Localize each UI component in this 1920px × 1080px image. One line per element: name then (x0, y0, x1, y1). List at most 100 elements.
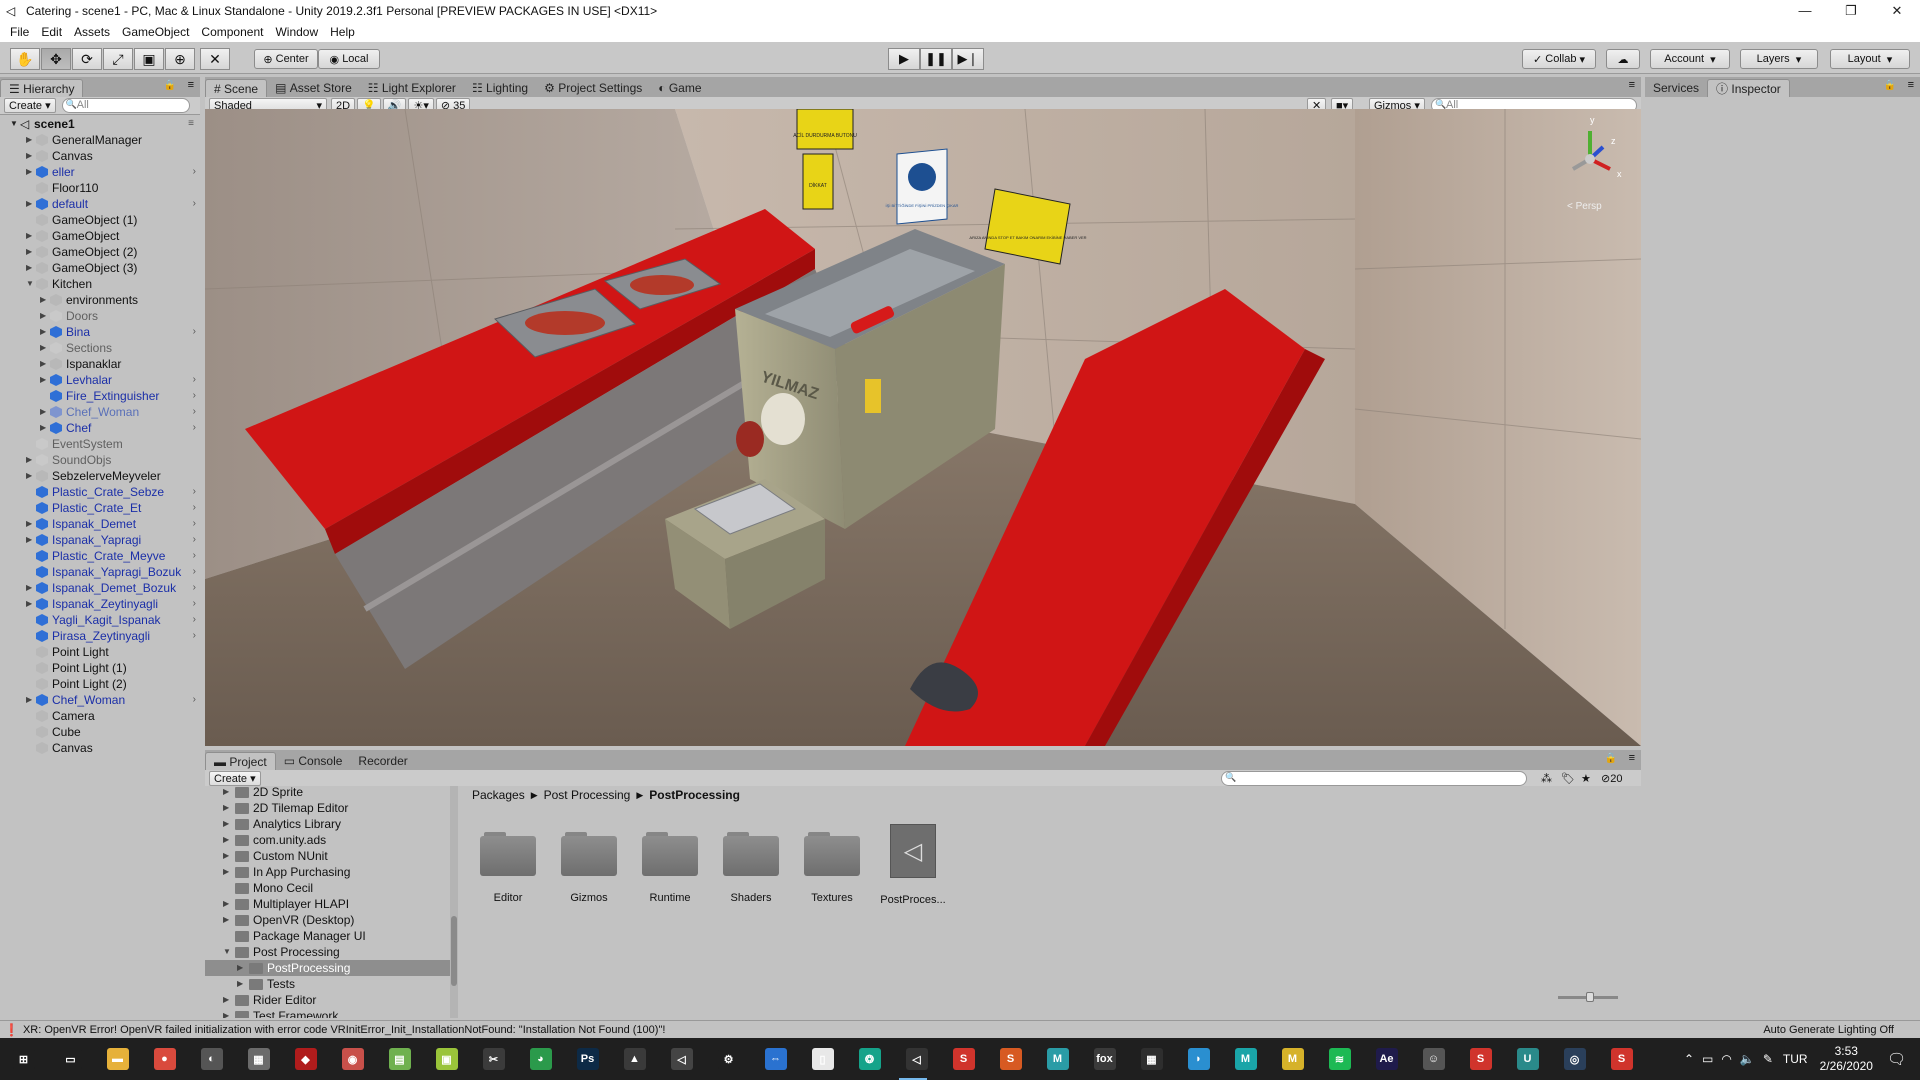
inspector-lock-icon[interactable]: 🔒 (1884, 80, 1896, 91)
taskbar-document-icon[interactable]: ▯ (799, 1038, 846, 1080)
menu-gameobject[interactable]: GameObject (116, 25, 195, 39)
tab-hierarchy[interactable]: ☰ Hierarchy (0, 79, 84, 97)
project-tree-item[interactable]: Package Manager UI (205, 928, 450, 944)
project-tree-item[interactable]: ▶ 2D Sprite (205, 786, 450, 800)
expand-arrow-icon[interactable]: ▶ (40, 340, 50, 356)
prefab-open-icon[interactable]: › (193, 324, 196, 340)
step-button[interactable]: ▶❘ (952, 48, 984, 70)
project-tree-item[interactable]: ▶ com.unity.ads (205, 832, 450, 848)
scene-viewport[interactable]: YILMAZ ACİL DURDURMA BUTONU DİKKAT İŞİ B… (205, 109, 1641, 746)
tab-game[interactable]: ◐ Game (650, 79, 709, 97)
taskbar-visual-studio-icon[interactable]: ◁ (658, 1038, 705, 1080)
project-tree-item[interactable]: ▼ Post Processing (205, 944, 450, 960)
rotate-tool-icon[interactable]: ⟳ (72, 48, 102, 70)
project-tree-item[interactable]: Mono Cecil (205, 880, 450, 896)
project-tree-item[interactable]: ▶ In App Purchasing (205, 864, 450, 880)
project-create-button[interactable]: Create ▾ (209, 771, 261, 786)
expand-arrow-icon[interactable]: ▶ (223, 800, 229, 816)
scene-panel-menu-icon[interactable]: ≡ (1629, 79, 1635, 91)
rect-tool-icon[interactable]: ▣ (134, 48, 164, 70)
battery-icon[interactable]: ▭ (1702, 1052, 1713, 1066)
layers-dropdown[interactable]: Layers ▾ (1740, 49, 1818, 69)
expand-arrow-icon[interactable]: ▶ (223, 864, 229, 880)
hierarchy-item[interactable]: Point Light (0, 644, 200, 660)
hierarchy-search-input[interactable]: All (61, 98, 190, 113)
expand-arrow-icon[interactable]: ▶ (26, 468, 36, 484)
pivot-local-button[interactable]: ◉ Local (318, 49, 380, 69)
project-search-input[interactable] (1221, 771, 1527, 786)
expand-arrow-icon[interactable]: ▶ (223, 832, 229, 848)
prefab-open-icon[interactable]: › (193, 628, 196, 644)
tab-project-settings[interactable]: ⚙ Project Settings (536, 79, 650, 97)
expand-arrow-icon[interactable]: ▶ (26, 260, 36, 276)
expand-arrow-icon[interactable]: ▼ (10, 116, 20, 132)
hierarchy-item[interactable]: ▶ Bina › (0, 324, 200, 340)
taskbar-app-s-orange-icon[interactable]: S (987, 1038, 1034, 1080)
hierarchy-item[interactable]: ▶ GameObject (0, 228, 200, 244)
taskbar-photoshop-icon[interactable]: Ps (564, 1038, 611, 1080)
taskbar-winrar-icon[interactable]: ▣ (423, 1038, 470, 1080)
scene-root-row[interactable]: ▼ ◁ scene1 ≡ (0, 116, 200, 132)
hierarchy-item[interactable]: Floor110 (0, 180, 200, 196)
filter-type-icon[interactable]: ⁂ (1541, 772, 1552, 785)
tray-chevron-icon[interactable]: ⌃ (1684, 1052, 1694, 1066)
move-tool-icon[interactable]: ✥ (41, 48, 71, 70)
hierarchy-item[interactable]: Camera (0, 708, 200, 724)
taskbar-app-fox-icon[interactable]: fox (1081, 1038, 1128, 1080)
expand-arrow-icon[interactable]: ▶ (223, 816, 229, 832)
notification-icon[interactable]: 🗨 (1887, 1050, 1906, 1068)
prefab-open-icon[interactable]: › (193, 564, 196, 580)
tab-lighting[interactable]: ☷ Lighting (464, 79, 536, 97)
tree-scrollbar-thumb[interactable] (451, 916, 457, 986)
hierarchy-item[interactable]: Cube (0, 724, 200, 740)
hierarchy-item[interactable]: Canvas (0, 740, 200, 756)
icon-size-slider-thumb[interactable] (1586, 992, 1594, 1002)
expand-arrow-icon[interactable]: ▶ (223, 992, 229, 1008)
taskbar-app-s-red-2-icon[interactable]: S (1457, 1038, 1504, 1080)
taskbar-chrome-icon[interactable]: ● (141, 1038, 188, 1080)
expand-arrow-icon[interactable]: ▶ (223, 786, 229, 800)
asset-folder[interactable]: Runtime (634, 832, 706, 904)
expand-arrow-icon[interactable]: ▶ (40, 420, 50, 436)
taskbar-app-red-icon[interactable]: ◆ (282, 1038, 329, 1080)
project-tree-item[interactable]: ▶ PostProcessing (205, 960, 450, 976)
tab-project[interactable]: ▬ Project (205, 752, 276, 770)
asset-folder[interactable]: Gizmos (553, 832, 625, 904)
taskbar-unity-hub-icon[interactable]: ◐ (188, 1038, 235, 1080)
persp-label[interactable]: < Persp (1567, 201, 1602, 212)
expand-arrow-icon[interactable]: ▶ (40, 356, 50, 372)
tab-light-explorer[interactable]: ☷ Light Explorer (360, 79, 464, 97)
taskbar-app-robot-icon[interactable]: ☺ (1410, 1038, 1457, 1080)
menu-window[interactable]: Window (269, 25, 324, 39)
hierarchy-item[interactable]: ▶ eller › (0, 164, 200, 180)
status-error-text[interactable]: XR: OpenVR Error! OpenVR failed initiali… (23, 1024, 665, 1036)
maximize-button[interactable]: ❐ (1828, 0, 1874, 22)
hierarchy-item[interactable]: Fire_Extinguisher › (0, 388, 200, 404)
tab-inspector[interactable]: ⓘ Inspector (1707, 79, 1790, 97)
menu-assets[interactable]: Assets (68, 25, 116, 39)
panel-menu-icon[interactable]: ≡ (188, 79, 194, 91)
taskbar-calculator-icon[interactable]: ▦ (1128, 1038, 1175, 1080)
taskbar-app-gray-icon[interactable]: ▦ (235, 1038, 282, 1080)
prefab-open-icon[interactable]: › (193, 196, 196, 212)
tab-services[interactable]: Services (1645, 79, 1707, 97)
asset-unity-file[interactable]: ◁ PostProces... (877, 824, 949, 906)
menu-component[interactable]: Component (195, 25, 269, 39)
prefab-open-icon[interactable]: › (193, 580, 196, 596)
taskbar-windows-start-icon[interactable]: ⊞ (0, 1038, 47, 1080)
hierarchy-item[interactable]: Yagli_Kagit_Ispanak › (0, 612, 200, 628)
hierarchy-item[interactable]: ▶ Canvas (0, 148, 200, 164)
volume-icon[interactable]: 🔈 (1740, 1052, 1755, 1066)
project-menu-icon[interactable]: ≡ (1629, 752, 1635, 764)
project-tree-item[interactable]: ▶ Rider Editor (205, 992, 450, 1008)
hidden-packages-toggle[interactable]: ⊘20 (1601, 772, 1622, 785)
hierarchy-item[interactable]: ▶ Ispanak_Zeytinyagli › (0, 596, 200, 612)
expand-arrow-icon[interactable]: ▶ (40, 292, 50, 308)
tab-recorder[interactable]: Recorder (350, 752, 415, 770)
prefab-open-icon[interactable]: › (193, 388, 196, 404)
asset-folder[interactable]: Shaders (715, 832, 787, 904)
taskbar-spotify-icon[interactable]: ≋ (1316, 1038, 1363, 1080)
prefab-open-icon[interactable]: › (193, 516, 196, 532)
transform-tool-icon[interactable]: ⊕ (165, 48, 195, 70)
expand-arrow-icon[interactable]: ▶ (26, 596, 36, 612)
